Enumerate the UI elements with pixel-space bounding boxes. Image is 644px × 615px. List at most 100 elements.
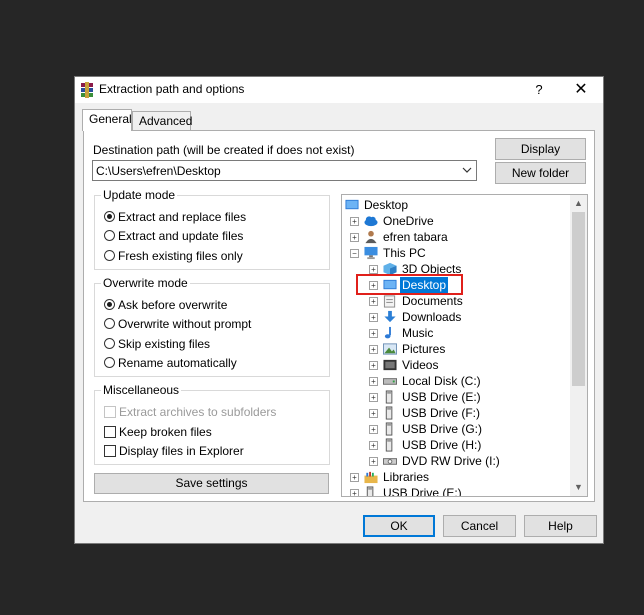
usb-icon: [385, 438, 393, 452]
tree-item[interactable]: + USB Drive (G:): [342, 421, 570, 437]
tree-item-label: Libraries: [383, 470, 430, 484]
usb-icon: [385, 406, 393, 420]
documents-icon: [383, 295, 396, 308]
tree-item[interactable]: + Music: [342, 325, 570, 341]
general-tab-page: Destination path (will be created if doe…: [83, 130, 595, 502]
miscellaneous-title: Miscellaneous: [101, 383, 182, 397]
close-icon[interactable]: ✕: [569, 80, 593, 100]
expand-icon[interactable]: +: [369, 425, 378, 434]
checkbox-extract-to-subfolders: Extract archives to subfolders: [104, 404, 276, 420]
tree-item[interactable]: + USB Drive (F:): [342, 405, 570, 421]
new-folder-button[interactable]: New folder: [495, 162, 586, 184]
scroll-up-icon[interactable]: ▲: [570, 195, 587, 212]
overwrite-mode-title: Overwrite mode: [101, 276, 190, 290]
download-icon: [384, 310, 396, 323]
radio-rename-automatically[interactable]: Rename automatically: [104, 355, 237, 371]
radio-button[interactable]: [104, 338, 115, 349]
disk-icon: [383, 378, 397, 385]
expand-icon[interactable]: +: [350, 473, 359, 482]
tree-item[interactable]: + USB Drive (E:): [342, 485, 570, 496]
cloud-icon: [364, 216, 378, 227]
expand-icon[interactable]: +: [369, 393, 378, 402]
cancel-button[interactable]: Cancel: [443, 515, 516, 537]
radio-button[interactable]: [104, 230, 115, 241]
tab-general[interactable]: General: [82, 109, 132, 131]
radio-fresh-existing[interactable]: Fresh existing files only: [104, 248, 243, 264]
chevron-down-icon[interactable]: [461, 163, 473, 177]
scrollbar-thumb[interactable]: [572, 212, 585, 386]
radio-button[interactable]: [104, 299, 115, 310]
scroll-down-icon[interactable]: ▼: [570, 479, 587, 496]
radio-button[interactable]: [104, 211, 115, 222]
display-button[interactable]: Display: [495, 138, 586, 160]
extraction-dialog: Extraction path and options ? ✕ Advanced…: [74, 76, 604, 544]
expand-icon[interactable]: +: [350, 489, 359, 496]
checkbox: [104, 406, 116, 418]
radio-overwrite-without-prompt[interactable]: Overwrite without prompt: [104, 316, 251, 332]
checkbox-keep-broken-files[interactable]: Keep broken files: [104, 424, 212, 440]
tree-item[interactable]: + Documents: [342, 293, 570, 309]
radio-ask-before-overwrite[interactable]: Ask before overwrite: [104, 297, 227, 313]
tree-item[interactable]: + USB Drive (H:): [342, 437, 570, 453]
tree-item[interactable]: + Videos: [342, 357, 570, 373]
tab-advanced[interactable]: Advanced: [132, 111, 192, 131]
tree-item-label: USB Drive (E:): [402, 390, 481, 404]
expand-icon[interactable]: +: [369, 329, 378, 338]
save-settings-button[interactable]: Save settings: [94, 473, 329, 494]
radio-extract-update[interactable]: Extract and update files: [104, 228, 243, 244]
tree-item-label: Documents: [402, 294, 463, 308]
vertical-scrollbar[interactable]: ▲ ▼: [570, 195, 587, 496]
checkbox-display-in-explorer[interactable]: Display files in Explorer: [104, 443, 244, 459]
checkbox[interactable]: [104, 426, 116, 438]
expand-icon[interactable]: +: [369, 409, 378, 418]
collapse-icon[interactable]: −: [350, 249, 359, 258]
library-icon: [364, 471, 378, 484]
radio-extract-replace[interactable]: Extract and replace files: [104, 209, 246, 225]
expand-icon[interactable]: +: [369, 377, 378, 386]
destination-path-combobox[interactable]: C:\Users\efren\Desktop: [92, 160, 477, 181]
tree-item[interactable]: + USB Drive (E:): [342, 389, 570, 405]
music-icon: [384, 326, 391, 339]
update-mode-group: Update mode Extract and replace files Ex…: [94, 188, 330, 270]
folder-tree[interactable]: Desktop + OneDrive + efren tabara − This PC +3D…: [341, 194, 588, 497]
tree-item[interactable]: + DVD RW Drive (I:): [342, 453, 570, 469]
tree-item[interactable]: + OneDrive: [342, 213, 570, 229]
expand-icon[interactable]: +: [369, 457, 378, 466]
dvd-icon: [383, 458, 397, 465]
tree-item[interactable]: − This PC: [342, 245, 570, 261]
help-button[interactable]: Help: [524, 515, 597, 537]
expand-icon[interactable]: +: [369, 345, 378, 354]
radio-button[interactable]: [104, 250, 115, 261]
expand-icon[interactable]: +: [350, 233, 359, 242]
tree-item[interactable]: + Local Disk (C:): [342, 373, 570, 389]
overwrite-mode-group: Overwrite mode Ask before overwrite Over…: [94, 276, 330, 377]
radio-button[interactable]: [104, 318, 115, 329]
usb-icon: [385, 422, 393, 436]
expand-icon[interactable]: +: [369, 297, 378, 306]
help-icon[interactable]: ?: [527, 80, 551, 100]
expand-icon[interactable]: +: [369, 313, 378, 322]
tree-item-label: USB Drive (H:): [402, 438, 482, 452]
tree-item-label: efren tabara: [383, 230, 448, 244]
radio-skip-existing[interactable]: Skip existing files: [104, 336, 210, 352]
expand-icon[interactable]: +: [369, 361, 378, 370]
expand-icon[interactable]: +: [350, 217, 359, 226]
tree-item[interactable]: Desktop: [342, 197, 570, 213]
tree-item[interactable]: + Libraries: [342, 469, 570, 485]
computer-icon: [364, 246, 378, 260]
expand-icon[interactable]: +: [369, 441, 378, 450]
desktop-icon: [345, 199, 359, 210]
tree-item[interactable]: + efren tabara: [342, 229, 570, 245]
checkbox[interactable]: [104, 445, 116, 457]
destination-label: Destination path (will be created if doe…: [93, 143, 355, 157]
tree-item-label: USB Drive (F:): [402, 406, 480, 420]
expand-icon[interactable]: +: [369, 265, 378, 274]
radio-button[interactable]: [104, 357, 115, 368]
ok-button[interactable]: OK: [363, 515, 435, 537]
title-bar[interactable]: Extraction path and options ? ✕: [75, 77, 603, 103]
videos-icon: [383, 359, 397, 371]
pictures-icon: [383, 343, 397, 355]
tree-item[interactable]: + Pictures: [342, 341, 570, 357]
tree-item[interactable]: + Downloads: [342, 309, 570, 325]
tree-item-label: DVD RW Drive (I:): [402, 454, 500, 468]
